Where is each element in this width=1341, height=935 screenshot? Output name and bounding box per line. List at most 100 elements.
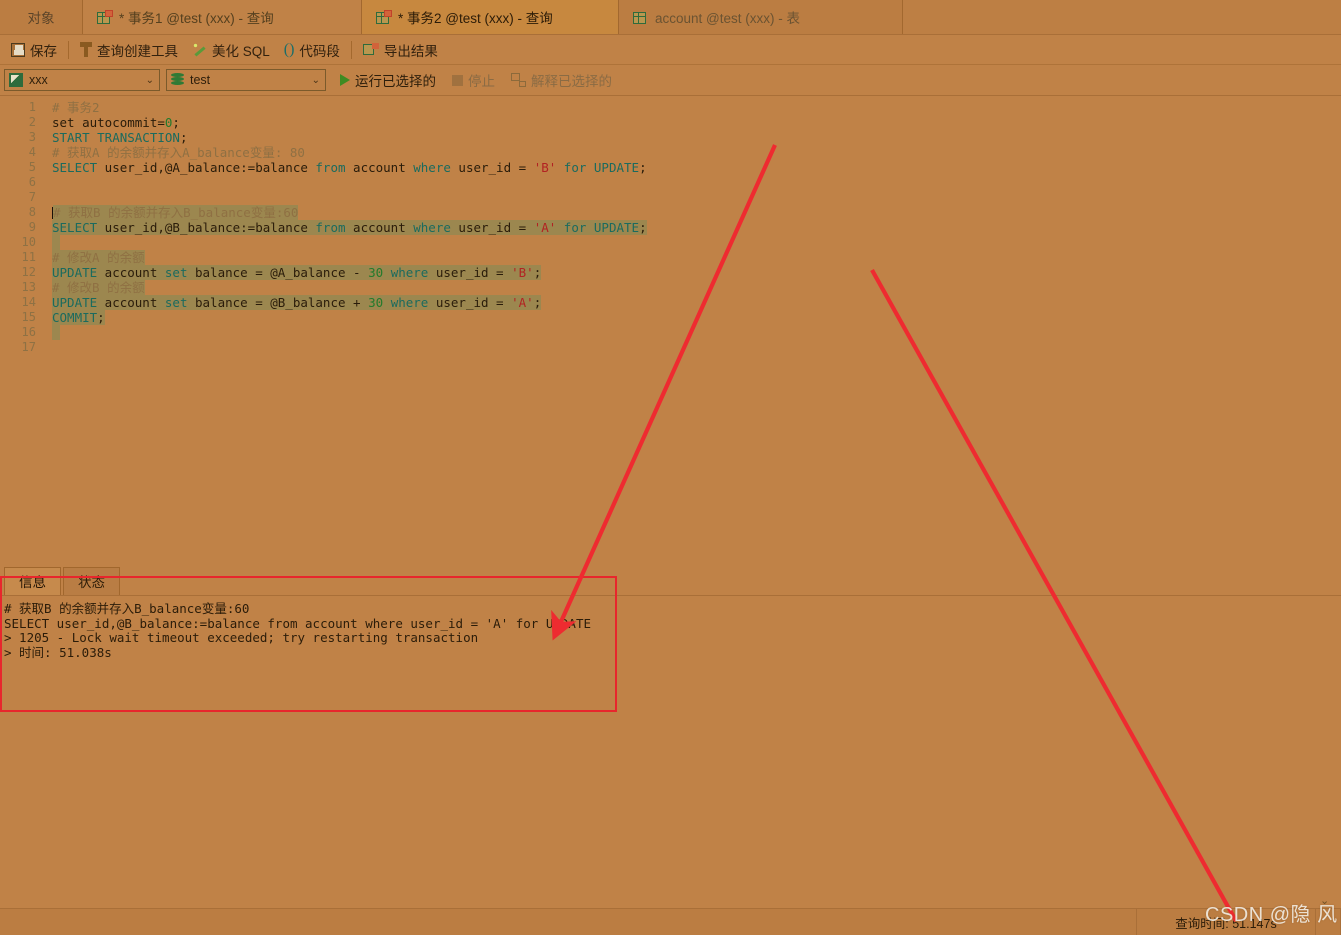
editor-line: 5 SELECT user_id,@A_balance:=balance from… [0, 160, 1341, 175]
line-code: START TRANSACTION; [42, 130, 1341, 145]
line-number: 9 [28, 220, 36, 234]
explain-plan-icon [511, 73, 526, 87]
magic-wand-icon [192, 42, 207, 57]
token-kw: set [164, 295, 188, 310]
token-txt: ; [172, 115, 180, 130]
snippet-button[interactable]: () 代码段 [277, 38, 347, 62]
csdn-watermark: CSDN @隐 风 [1205, 904, 1338, 926]
result-panel: 信息 状态 # 获取B 的余额并存入B_balance变量:60 SELECT us… [0, 567, 1341, 908]
window-tab-bar: 对象 * 事务1 @test (xxx) - 查询 * 事务2 @test (x… [0, 0, 1341, 35]
query-builder-label: 查询创建工具 [97, 43, 178, 59]
query-grid-icon [97, 9, 113, 25]
tab-account-label: account @test (xxx) - 表 [655, 11, 800, 26]
token-kw: set [164, 265, 188, 280]
query-builder-icon [80, 42, 92, 57]
tab-transaction1-label: * 事务1 @test (xxx) - 查询 [119, 11, 274, 26]
selected-text [52, 325, 60, 340]
result-tab-info[interactable]: 信息 [4, 567, 61, 595]
line-code: SELECT user_id,@B_balance:=balance from … [42, 220, 1341, 235]
token-cmt: # 事务2 [52, 100, 100, 115]
database-icon [171, 73, 184, 87]
selected-text: # 获取B 的余额并存入B_balance变量:60 [53, 205, 299, 220]
toolbar-divider [350, 40, 352, 59]
result-tab-status[interactable]: 状态 [63, 567, 120, 595]
log-line: SELECT user_id,@B_balance:=balance from … [4, 615, 591, 631]
editor-line: 12 UPDATE account set balance = @A_balanc… [0, 265, 1341, 280]
stop-button[interactable]: 停止 [444, 68, 503, 92]
export-grid-icon [362, 42, 379, 57]
editor-line: 7 [0, 190, 1341, 205]
token-txt: ; [639, 160, 647, 175]
selected-text: COMMIT; [52, 310, 105, 325]
connection-bar: xxx ⌄ test ⌄ 运行已选择的 停止 解释已选择的 [0, 65, 1341, 96]
connection-value: xxx [29, 73, 48, 87]
explain-selected-button[interactable]: 解释已选择的 [503, 68, 620, 92]
selected-text: # 修改A 的余额 [52, 250, 145, 265]
token-txt: user_id,@A_balance:=balance [97, 160, 316, 175]
token-kw: SELECT [52, 220, 98, 235]
editor-line: 2 set autocommit=0; [0, 115, 1341, 130]
line-code: set autocommit=0; [42, 115, 1341, 130]
parentheses-icon: () [283, 40, 295, 58]
line-code [42, 175, 1341, 190]
tab-transaction2-label: * 事务2 @test (xxx) - 查询 [398, 11, 553, 26]
token-txt: user_id = [450, 220, 534, 235]
run-selected-button[interactable]: 运行已选择的 [332, 68, 444, 92]
token-cmt: # 修改A 的余额 [52, 250, 145, 265]
token-kw: where [413, 220, 451, 235]
token-txt: balance = @B_balance + [187, 295, 369, 310]
token-num: 30 [368, 295, 384, 310]
token-txt: ; [179, 130, 188, 145]
beautify-sql-button[interactable]: 美化 SQL [185, 38, 277, 62]
token-str: 'A' [533, 220, 557, 235]
code-text: START TRANSACTION; [52, 130, 187, 145]
token-txt: user_id = [428, 265, 512, 280]
log-line: > 1205 - Lock wait timeout exceeded; try… [4, 630, 479, 645]
editor-line: 17 [0, 340, 1341, 355]
chevron-down-icon: ⌄ [311, 74, 320, 86]
line-number: 8 [28, 205, 36, 219]
query-builder-button[interactable]: 查询创建工具 [73, 38, 185, 62]
connection-icon [9, 73, 23, 87]
result-tab-label: 状态 [78, 575, 105, 590]
database-select[interactable]: test ⌄ [166, 69, 326, 91]
line-code [42, 340, 1341, 355]
token-kw: where [413, 160, 451, 175]
editor-line: 4 # 获取A 的余额并存入A_balance变量: 80 [0, 145, 1341, 160]
tab-transaction1-query[interactable]: * 事务1 @test (xxx) - 查询 [83, 0, 362, 34]
connection-select[interactable]: xxx ⌄ [4, 69, 160, 91]
editor-line: 11 # 修改A 的余额 [0, 250, 1341, 265]
selected-text: SELECT user_id,@B_balance:=balance from … [52, 220, 647, 235]
line-number: 13 [21, 280, 36, 294]
sql-editor[interactable]: 1 # 事务2 2 set autocommit=0; 3 START TRANSACTI… [0, 96, 1341, 571]
token-kw: SELECT [52, 160, 98, 175]
export-result-label: 导出结果 [383, 43, 438, 59]
line-code: # 获取A 的余额并存入A_balance变量: 80 [42, 145, 1341, 160]
editor-line: 6 [0, 175, 1341, 190]
token-kw: where [390, 265, 429, 280]
export-result-button[interactable]: 导出结果 [356, 38, 445, 62]
token-num: 30 [368, 265, 384, 280]
chevron-down-icon: ⌄ [145, 74, 154, 86]
line-code: # 修改A 的余额 [42, 250, 1341, 265]
token-cmt: # 修改B 的余额 [52, 280, 145, 295]
tab-objects[interactable]: 对象 [0, 0, 83, 34]
code-text: set autocommit=0; [52, 115, 180, 130]
token-txt: account [97, 265, 165, 280]
editor-line: 10 [0, 235, 1341, 250]
token-str: 'A' [511, 295, 534, 310]
tab-transaction2-query[interactable]: * 事务2 @test (xxx) - 查询 [362, 0, 619, 34]
save-button[interactable]: 保存 [4, 38, 64, 62]
line-code: # 事务2 [42, 100, 1341, 115]
line-number: 6 [28, 175, 36, 189]
token-txt: ; [639, 220, 647, 235]
tab-account-table[interactable]: account @test (xxx) - 表 [619, 0, 903, 34]
token-txt: user_id = [428, 295, 512, 310]
line-number: 15 [21, 310, 36, 324]
token-txt: account [345, 220, 414, 235]
